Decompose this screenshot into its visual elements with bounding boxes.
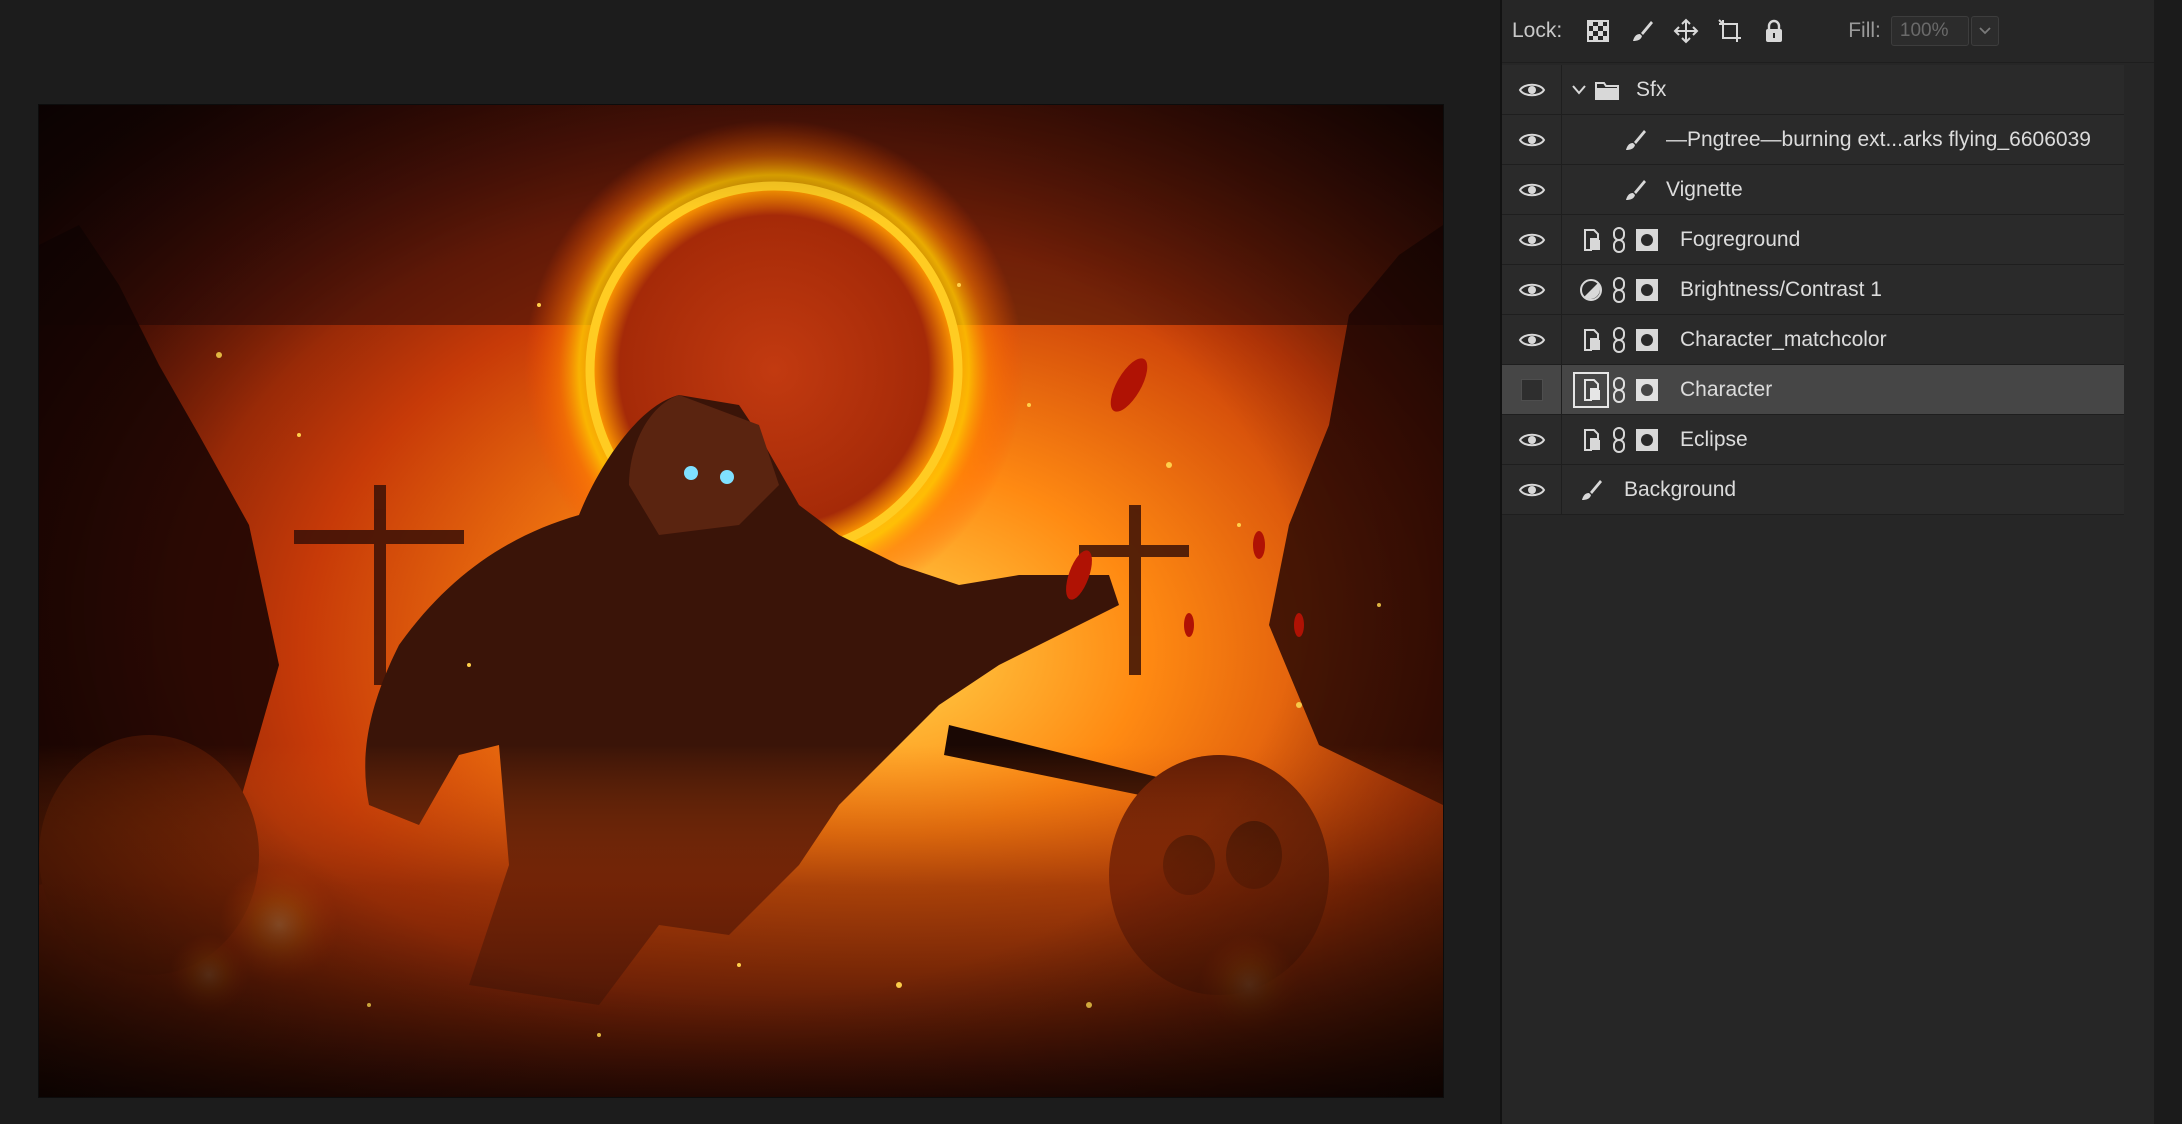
layer-mask-thumbnail-icon[interactable] xyxy=(1632,378,1662,402)
lock-label: Lock: xyxy=(1512,19,1563,42)
hidden-visibility-box[interactable] xyxy=(1520,378,1543,401)
canvas-area[interactable] xyxy=(0,0,1500,1124)
chain-link-icon[interactable] xyxy=(1606,426,1632,454)
folder-icon xyxy=(1592,75,1622,105)
eye-icon xyxy=(1518,133,1545,146)
visibility-toggle[interactable] xyxy=(1502,465,1562,514)
eye-icon xyxy=(1518,433,1545,446)
visibility-toggle[interactable] xyxy=(1502,315,1562,364)
layer-row-vignette[interactable]: Vignette xyxy=(1502,165,2124,215)
lock-artboard-crop-icon[interactable] xyxy=(1708,11,1752,51)
visibility-toggle[interactable] xyxy=(1502,65,1562,114)
visibility-toggle[interactable] xyxy=(1502,115,1562,164)
visibility-toggle[interactable] xyxy=(1502,415,1562,464)
chain-link-icon[interactable] xyxy=(1606,276,1632,304)
adjustment-icon xyxy=(1576,275,1606,305)
brush-icon xyxy=(1576,475,1606,505)
layer-row-pngtree-sparks[interactable]: —Pngtree—burning ext...arks flying_66060… xyxy=(1502,115,2124,165)
layer-mask-thumbnail-icon[interactable] xyxy=(1632,428,1662,452)
visibility-toggle[interactable] xyxy=(1502,265,1562,314)
visibility-toggle[interactable] xyxy=(1502,215,1562,264)
visibility-toggle[interactable] xyxy=(1502,365,1562,414)
layer-name: Character xyxy=(1680,377,1773,401)
smart-object-icon xyxy=(1573,371,1609,408)
layer-name: Vignette xyxy=(1666,177,1743,201)
layer-mask-thumbnail-icon[interactable] xyxy=(1632,328,1662,352)
layer-row-fogreground[interactable]: Fogreground xyxy=(1502,215,2124,265)
layer-row-character-matchcolor[interactable]: Character_matchcolor xyxy=(1502,315,2124,365)
smart-object-icon xyxy=(1576,425,1606,455)
layer-row-brightness-contrast[interactable]: Brightness/Contrast 1 xyxy=(1502,265,2124,315)
lock-position-move-icon[interactable] xyxy=(1664,11,1708,51)
artwork-canvas[interactable] xyxy=(39,105,1443,1097)
smart-object-icon xyxy=(1576,225,1606,255)
chain-link-icon[interactable] xyxy=(1606,326,1632,354)
layer-name: Fogreground xyxy=(1680,227,1801,251)
layer-name: Brightness/Contrast 1 xyxy=(1680,277,1882,301)
layer-row-eclipse[interactable]: Eclipse xyxy=(1502,415,2124,465)
layer-row-character[interactable]: Character xyxy=(1502,365,2124,415)
layer-mask-thumbnail-icon[interactable] xyxy=(1632,228,1662,252)
brush-icon xyxy=(1620,125,1650,155)
chain-link-icon[interactable] xyxy=(1606,226,1632,254)
eye-icon xyxy=(1518,483,1545,496)
layer-mask-thumbnail-icon[interactable] xyxy=(1632,278,1662,302)
chain-link-icon[interactable] xyxy=(1606,376,1632,404)
eye-icon xyxy=(1518,83,1545,96)
layer-row-background[interactable]: Background xyxy=(1502,465,2124,515)
layer-name: Character_matchcolor xyxy=(1680,327,1887,351)
layer-list: Sfx —Pngtree—burning ext...arks flying_6… xyxy=(1502,65,2124,515)
fill-label: Fill: xyxy=(1848,19,1881,42)
lock-image-pixels-brush-icon[interactable] xyxy=(1620,11,1664,51)
layer-name: Sfx xyxy=(1636,77,1667,101)
panel-right-gutter xyxy=(2154,0,2182,1124)
lock-all-padlock-icon[interactable] xyxy=(1752,11,1796,51)
layer-row-sfx[interactable]: Sfx xyxy=(1502,65,2124,115)
fill-input[interactable]: 100% xyxy=(1890,16,1969,46)
eye-icon xyxy=(1518,333,1545,346)
layer-name: Eclipse xyxy=(1680,427,1748,451)
group-expand-chevron-icon[interactable] xyxy=(1566,84,1592,96)
eye-icon xyxy=(1518,183,1545,196)
layer-name: Background xyxy=(1624,477,1737,501)
layer-name: —Pngtree—burning ext...arks flying_66060… xyxy=(1666,127,2091,151)
brush-icon xyxy=(1620,175,1650,205)
lock-bar: Lock: Fill: 100% xyxy=(1502,0,2154,63)
visibility-toggle[interactable] xyxy=(1502,165,1562,214)
fill-dropdown-chevron-icon[interactable] xyxy=(1970,16,1999,46)
lock-transparent-pixels-icon[interactable] xyxy=(1576,11,1620,51)
photoshop-window: Lock: Fill: 100% Sfx —Pngtree—burning ex… xyxy=(0,0,2182,1124)
layers-panel: Lock: Fill: 100% Sfx —Pngtree—burning ex… xyxy=(1502,0,2154,1124)
eye-icon xyxy=(1518,233,1545,246)
artwork-image xyxy=(39,105,1443,1097)
smart-object-icon xyxy=(1576,325,1606,355)
eye-icon xyxy=(1518,283,1545,296)
